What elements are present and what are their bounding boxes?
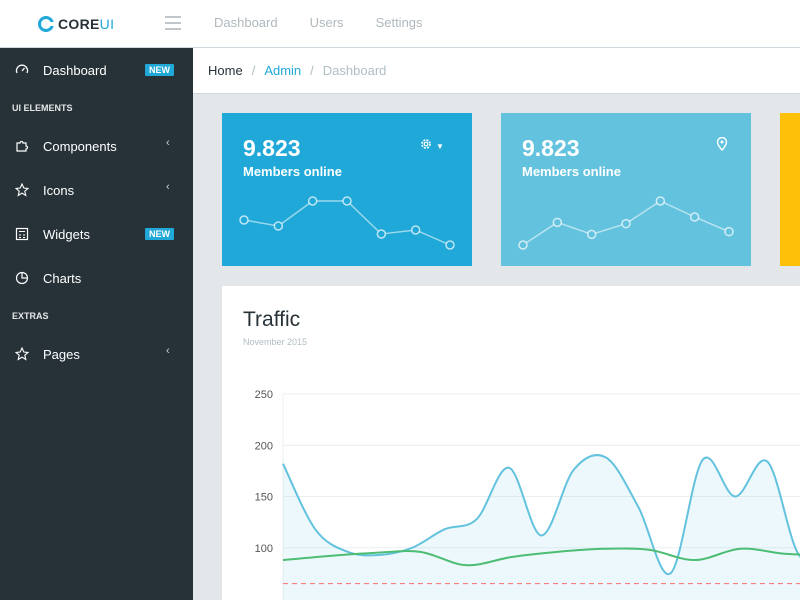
- sparkline-chart: [239, 196, 455, 250]
- sidebar-item-pages[interactable]: Pages ‹: [0, 332, 193, 376]
- sidebar: Dashboard NEW UI ELEMENTS Components ‹ I…: [0, 48, 193, 600]
- breadcrumb-home[interactable]: Home: [208, 63, 243, 78]
- sidebar-item-label: Components: [43, 138, 117, 154]
- sparkline-point: [342, 196, 352, 206]
- pie-chart-icon: [14, 270, 30, 286]
- stats-card-members-primary: 9.823 Members online ▼: [222, 113, 472, 266]
- sparkline-point: [655, 196, 666, 206]
- chevron-left-icon: ‹: [166, 137, 170, 149]
- breadcrumb: Home / Admin / Dashboard: [193, 48, 800, 94]
- top-header: COREUI Dashboard Users Settings: [0, 0, 800, 48]
- sparkline-point: [586, 229, 597, 240]
- sparkline-point: [307, 196, 318, 206]
- coreui-logo-icon: [38, 15, 55, 32]
- sparkline-point: [445, 240, 455, 250]
- topnav-users[interactable]: Users: [310, 15, 344, 30]
- sparkline-point: [552, 217, 563, 228]
- sparkline-point: [724, 226, 734, 237]
- brand-name-main: CORE: [58, 15, 100, 32]
- calculator-icon: [14, 226, 30, 242]
- sparkline-point: [273, 221, 284, 231]
- sidebar-section-ui-elements: UI ELEMENTS: [12, 103, 73, 113]
- y-tick-label: 200: [255, 440, 273, 452]
- sparkline-point: [376, 229, 387, 239]
- traffic-panel: Traffic November 2015 250 200 150 100: [222, 286, 800, 600]
- puzzle-icon: [14, 138, 30, 154]
- sidebar-item-widgets[interactable]: Widgets NEW: [0, 212, 193, 256]
- breadcrumb-admin[interactable]: Admin: [264, 63, 301, 78]
- sparkline-point: [621, 218, 631, 229]
- breadcrumb-current: Dashboard: [322, 63, 387, 78]
- sidebar-item-label: Charts: [43, 270, 82, 286]
- top-nav: Dashboard Users Settings: [214, 15, 423, 30]
- chevron-left-icon: ‹: [166, 345, 170, 357]
- breadcrumb-separator: /: [310, 63, 314, 78]
- stats-card-warning: [780, 113, 800, 266]
- sidebar-item-icons[interactable]: Icons ‹: [0, 168, 193, 212]
- sidebar-item-label: Icons: [43, 182, 75, 198]
- new-badge: NEW: [145, 64, 174, 76]
- sparkline-point: [239, 215, 249, 225]
- sparkline-point: [518, 240, 528, 250]
- y-tick-label: 100: [255, 543, 273, 555]
- sparkline-chart: [518, 196, 734, 250]
- brand-name-accent: UI: [99, 15, 115, 32]
- sparkline-point: [410, 225, 421, 235]
- star-icon: [14, 182, 30, 198]
- sidebar-item-dashboard[interactable]: Dashboard NEW: [0, 48, 193, 92]
- sidebar-toggle-icon[interactable]: [165, 14, 181, 32]
- sidebar-item-label: Dashboard: [43, 62, 107, 78]
- breadcrumb-separator: /: [251, 63, 256, 78]
- stats-card-members-info: 9.823 Members online: [501, 113, 751, 266]
- chevron-left-icon: ‹: [166, 181, 170, 193]
- star-icon: [14, 346, 30, 362]
- sidebar-item-components[interactable]: Components ‹: [0, 124, 193, 168]
- brand-name: COREUI: [58, 16, 114, 32]
- y-tick-label: 150: [255, 492, 273, 504]
- sparkline-point: [689, 212, 700, 222]
- sidebar-item-label: Pages: [43, 346, 80, 362]
- y-tick-label: 250: [255, 389, 273, 401]
- traffic-chart: 250 200 150 100: [255, 389, 800, 600]
- new-badge: NEW: [145, 228, 174, 240]
- sidebar-item-label: Widgets: [43, 226, 90, 242]
- sidebar-section-extras: EXTRAS: [12, 311, 49, 321]
- speedometer-icon: [14, 62, 30, 78]
- sidebar-item-charts[interactable]: Charts: [0, 256, 193, 300]
- topnav-dashboard[interactable]: Dashboard: [214, 15, 278, 30]
- topnav-settings[interactable]: Settings: [376, 15, 423, 30]
- series-area: [283, 455, 800, 600]
